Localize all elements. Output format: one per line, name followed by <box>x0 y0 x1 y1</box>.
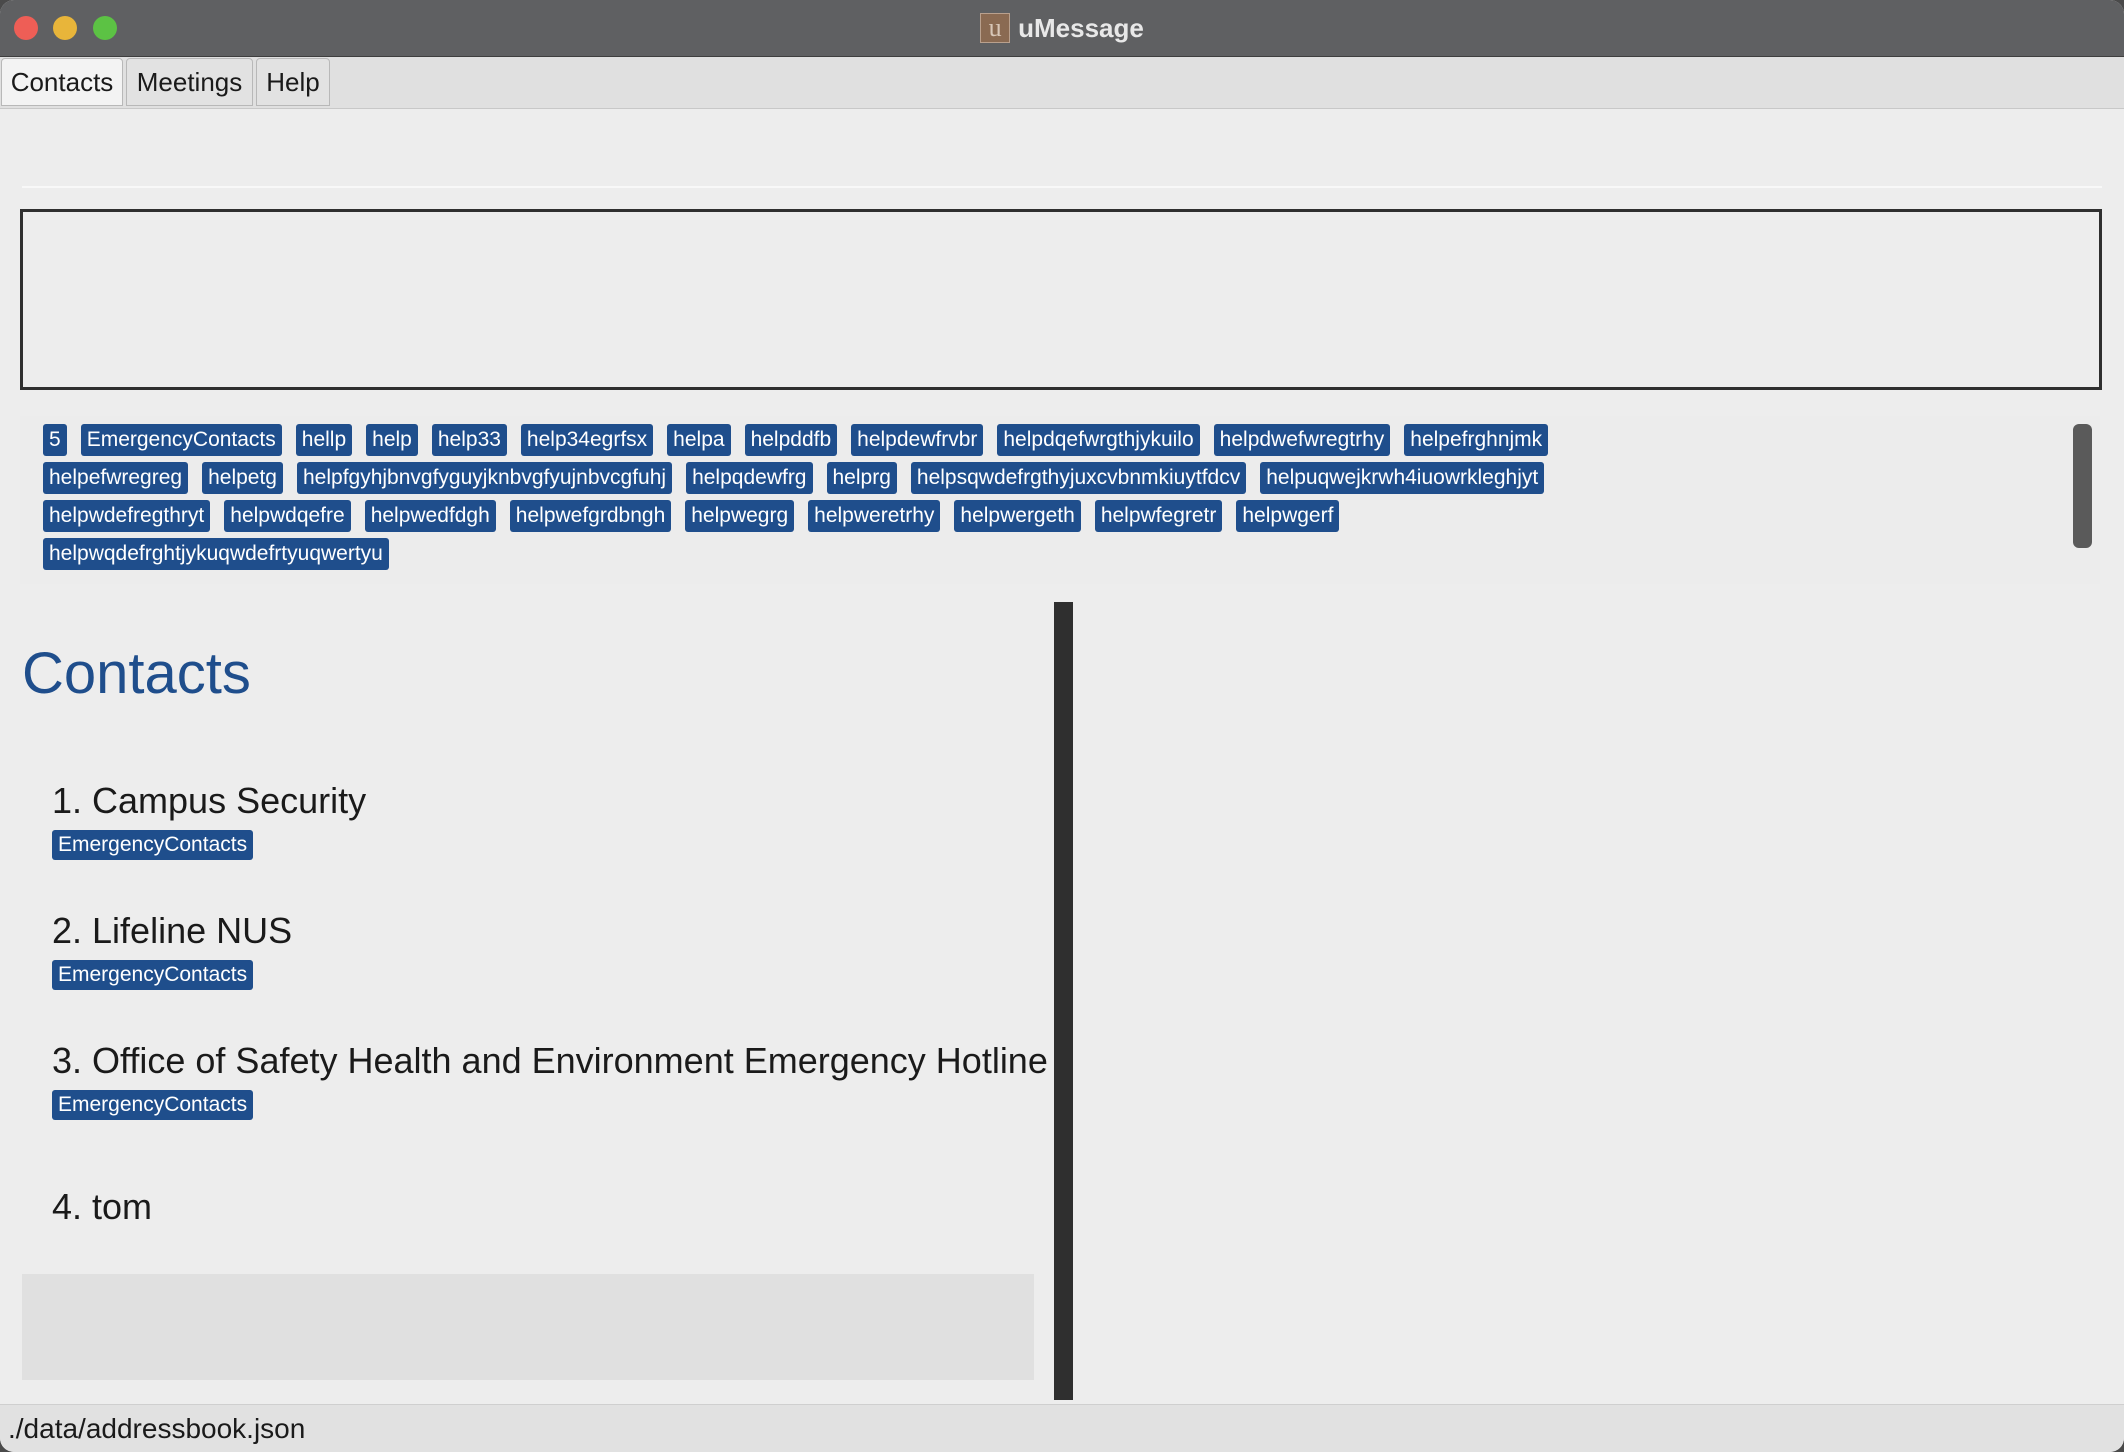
result-display[interactable] <box>20 209 2102 390</box>
command-input-separator <box>22 186 2102 188</box>
contact-tag: EmergencyContacts <box>52 960 254 990</box>
contact-name: 4. tom <box>52 1186 153 1227</box>
tag-chip: helpwefgrdbngh <box>509 500 672 532</box>
contacts-heading: Contacts <box>22 641 251 706</box>
tag-chip: helpddfb <box>744 424 838 456</box>
tag-chip: EmergencyContacts <box>80 424 282 456</box>
contact-list-empty-row <box>22 1274 1034 1380</box>
tag-chip: helpefwregreg <box>43 462 189 494</box>
save-location-path: ./data/addressbook.json <box>8 1413 306 1444</box>
tag-chip: helpfgyhjbnvgfyguyjknbvgfyujnbvcgfuhj <box>297 462 673 494</box>
menu-help[interactable]: Help <box>256 58 330 106</box>
tag-chip: helpwgerf <box>1236 500 1340 532</box>
tag-cloud: 5 EmergencyContacts hellp help help33 help34e… <box>43 424 1643 570</box>
tag-list-panel: 5 EmergencyContacts hellp help help33 help34e… <box>20 416 2100 584</box>
menu-bar: Contacts Meetings Help <box>0 57 2124 109</box>
status-bar: ./data/addressbook.json <box>0 1404 2124 1452</box>
tag-chip: helpwergeth <box>954 500 1081 532</box>
contact-card[interactable]: 3. Office of Safety Health and Environme… <box>52 1040 1048 1120</box>
split-pane-divider[interactable] <box>1054 602 1073 1400</box>
tag-chip: help34egrfsx <box>520 424 654 456</box>
tag-chip: 5 <box>43 424 67 456</box>
app-window: u uMessage Contacts Meetings Help 5 Emerg… <box>0 0 2124 1452</box>
contact-tag: EmergencyContacts <box>52 1090 254 1120</box>
contact-card[interactable]: 4. tom <box>52 1186 152 1228</box>
tag-list-scrollbar[interactable] <box>2073 424 2092 548</box>
tag-chip: helpetg <box>202 462 283 494</box>
contact-name: 2. Lifeline NUS <box>52 910 293 951</box>
title-bar: u uMessage <box>0 0 2124 57</box>
tag-chip: helpweretrhy <box>808 500 941 532</box>
tag-chip: helprg <box>826 462 897 494</box>
tag-chip: helpwfegretr <box>1094 500 1223 532</box>
contact-card[interactable]: 2. Lifeline NUS EmergencyContacts <box>52 910 292 990</box>
window-title: uMessage <box>1018 12 1144 43</box>
tag-chip: helpuqwejkrwh4iuowrkleghjyt <box>1260 462 1545 494</box>
tag-chip: helpdqefwrgthjykuilo <box>997 424 1200 456</box>
app-icon: u <box>980 13 1011 43</box>
contact-card[interactable]: 1. Campus Security EmergencyContacts <box>52 780 366 860</box>
contact-name: 3. Office of Safety Health and Environme… <box>52 1040 1048 1081</box>
tag-chip: helpsqwdefrgthyjuxcvbnmkiuytfdcv <box>910 462 1247 494</box>
tag-chip: helpwdqefre <box>224 500 351 532</box>
menu-meetings[interactable]: Meetings <box>126 58 253 106</box>
tag-chip: helpwqdefrghtjykuqwdefrtyuqwertyu <box>43 538 389 570</box>
tag-chip: helpwegrg <box>685 500 795 532</box>
tag-chip: helpwedfdgh <box>364 500 496 532</box>
tag-chip: helpa <box>667 424 731 456</box>
tag-chip: helpqdewfrg <box>686 462 813 494</box>
contact-name: 1. Campus Security <box>52 780 367 821</box>
menu-contacts[interactable]: Contacts <box>1 58 123 106</box>
tag-chip: help <box>366 424 418 456</box>
contact-tag: EmergencyContacts <box>52 830 254 860</box>
tag-chip: helpdwefwregtrhy <box>1213 424 1391 456</box>
tag-chip: helpdewfrvbr <box>851 424 984 456</box>
tag-chip: helpefrghnjmk <box>1404 424 1549 456</box>
tag-chip: hellp <box>295 424 353 456</box>
tag-chip: helpwdefregthryt <box>43 500 211 532</box>
tag-chip: help33 <box>431 424 507 456</box>
